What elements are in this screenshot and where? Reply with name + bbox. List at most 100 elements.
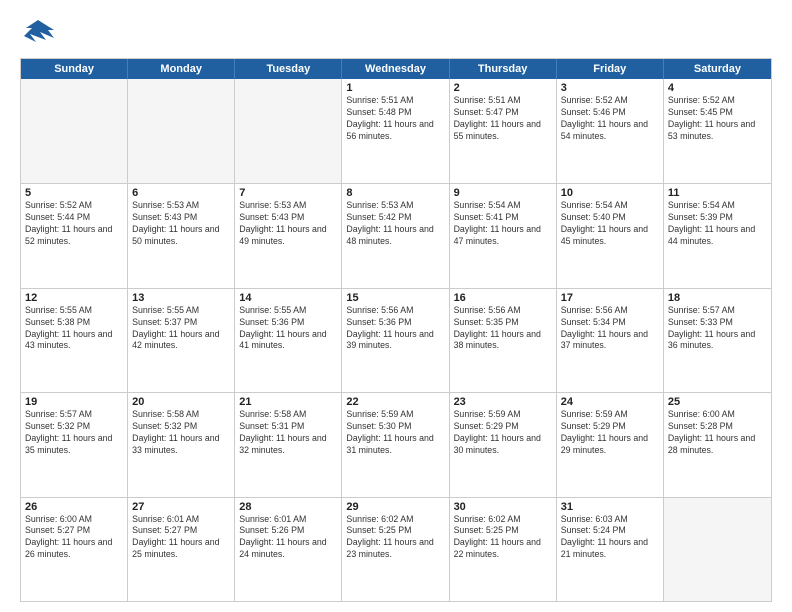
- day-info: Sunrise: 5:59 AM Sunset: 5:29 PM Dayligh…: [561, 409, 659, 457]
- day-cell-21: 21Sunrise: 5:58 AM Sunset: 5:31 PM Dayli…: [235, 393, 342, 496]
- day-cell-18: 18Sunrise: 5:57 AM Sunset: 5:33 PM Dayli…: [664, 289, 771, 392]
- day-info: Sunrise: 5:55 AM Sunset: 5:36 PM Dayligh…: [239, 305, 337, 353]
- calendar-row-4: 19Sunrise: 5:57 AM Sunset: 5:32 PM Dayli…: [21, 392, 771, 496]
- day-cell-14: 14Sunrise: 5:55 AM Sunset: 5:36 PM Dayli…: [235, 289, 342, 392]
- day-info: Sunrise: 6:01 AM Sunset: 5:27 PM Dayligh…: [132, 514, 230, 562]
- day-number: 26: [25, 501, 123, 513]
- day-cell-3: 3Sunrise: 5:52 AM Sunset: 5:46 PM Daylig…: [557, 79, 664, 183]
- day-cell-16: 16Sunrise: 5:56 AM Sunset: 5:35 PM Dayli…: [450, 289, 557, 392]
- day-cell-5: 5Sunrise: 5:52 AM Sunset: 5:44 PM Daylig…: [21, 184, 128, 287]
- day-info: Sunrise: 5:51 AM Sunset: 5:48 PM Dayligh…: [346, 95, 444, 143]
- day-cell-8: 8Sunrise: 5:53 AM Sunset: 5:42 PM Daylig…: [342, 184, 449, 287]
- day-cell-23: 23Sunrise: 5:59 AM Sunset: 5:29 PM Dayli…: [450, 393, 557, 496]
- logo-icon: [20, 16, 56, 52]
- day-number: 31: [561, 501, 659, 513]
- day-cell-15: 15Sunrise: 5:56 AM Sunset: 5:36 PM Dayli…: [342, 289, 449, 392]
- day-cell-17: 17Sunrise: 5:56 AM Sunset: 5:34 PM Dayli…: [557, 289, 664, 392]
- day-info: Sunrise: 6:00 AM Sunset: 5:27 PM Dayligh…: [25, 514, 123, 562]
- day-number: 24: [561, 396, 659, 408]
- day-cell-1: 1Sunrise: 5:51 AM Sunset: 5:48 PM Daylig…: [342, 79, 449, 183]
- day-info: Sunrise: 5:52 AM Sunset: 5:46 PM Dayligh…: [561, 95, 659, 143]
- day-info: Sunrise: 5:58 AM Sunset: 5:32 PM Dayligh…: [132, 409, 230, 457]
- logo: [20, 16, 60, 52]
- header: [20, 16, 772, 52]
- weekday-header-sunday: Sunday: [21, 59, 128, 79]
- calendar: SundayMondayTuesdayWednesdayThursdayFrid…: [20, 58, 772, 602]
- day-number: 14: [239, 292, 337, 304]
- day-cell-4: 4Sunrise: 5:52 AM Sunset: 5:45 PM Daylig…: [664, 79, 771, 183]
- day-info: Sunrise: 5:55 AM Sunset: 5:38 PM Dayligh…: [25, 305, 123, 353]
- day-cell-20: 20Sunrise: 5:58 AM Sunset: 5:32 PM Dayli…: [128, 393, 235, 496]
- day-cell-22: 22Sunrise: 5:59 AM Sunset: 5:30 PM Dayli…: [342, 393, 449, 496]
- calendar-row-5: 26Sunrise: 6:00 AM Sunset: 5:27 PM Dayli…: [21, 497, 771, 601]
- day-number: 11: [668, 187, 767, 199]
- day-number: 5: [25, 187, 123, 199]
- day-cell-27: 27Sunrise: 6:01 AM Sunset: 5:27 PM Dayli…: [128, 498, 235, 601]
- day-cell-26: 26Sunrise: 6:00 AM Sunset: 5:27 PM Dayli…: [21, 498, 128, 601]
- day-info: Sunrise: 5:51 AM Sunset: 5:47 PM Dayligh…: [454, 95, 552, 143]
- calendar-body: 1Sunrise: 5:51 AM Sunset: 5:48 PM Daylig…: [21, 79, 771, 601]
- day-info: Sunrise: 5:54 AM Sunset: 5:41 PM Dayligh…: [454, 200, 552, 248]
- day-cell-24: 24Sunrise: 5:59 AM Sunset: 5:29 PM Dayli…: [557, 393, 664, 496]
- calendar-row-3: 12Sunrise: 5:55 AM Sunset: 5:38 PM Dayli…: [21, 288, 771, 392]
- day-cell-28: 28Sunrise: 6:01 AM Sunset: 5:26 PM Dayli…: [235, 498, 342, 601]
- day-info: Sunrise: 5:52 AM Sunset: 5:44 PM Dayligh…: [25, 200, 123, 248]
- day-info: Sunrise: 5:56 AM Sunset: 5:36 PM Dayligh…: [346, 305, 444, 353]
- day-number: 21: [239, 396, 337, 408]
- day-cell-2: 2Sunrise: 5:51 AM Sunset: 5:47 PM Daylig…: [450, 79, 557, 183]
- day-number: 28: [239, 501, 337, 513]
- day-info: Sunrise: 5:55 AM Sunset: 5:37 PM Dayligh…: [132, 305, 230, 353]
- page: SundayMondayTuesdayWednesdayThursdayFrid…: [0, 0, 792, 612]
- calendar-row-2: 5Sunrise: 5:52 AM Sunset: 5:44 PM Daylig…: [21, 183, 771, 287]
- day-info: Sunrise: 5:57 AM Sunset: 5:32 PM Dayligh…: [25, 409, 123, 457]
- day-number: 18: [668, 292, 767, 304]
- day-cell-13: 13Sunrise: 5:55 AM Sunset: 5:37 PM Dayli…: [128, 289, 235, 392]
- day-number: 13: [132, 292, 230, 304]
- day-cell-6: 6Sunrise: 5:53 AM Sunset: 5:43 PM Daylig…: [128, 184, 235, 287]
- calendar-row-1: 1Sunrise: 5:51 AM Sunset: 5:48 PM Daylig…: [21, 79, 771, 183]
- day-info: Sunrise: 5:54 AM Sunset: 5:40 PM Dayligh…: [561, 200, 659, 248]
- day-info: Sunrise: 5:53 AM Sunset: 5:42 PM Dayligh…: [346, 200, 444, 248]
- day-info: Sunrise: 5:58 AM Sunset: 5:31 PM Dayligh…: [239, 409, 337, 457]
- day-cell-31: 31Sunrise: 6:03 AM Sunset: 5:24 PM Dayli…: [557, 498, 664, 601]
- day-info: Sunrise: 5:53 AM Sunset: 5:43 PM Dayligh…: [239, 200, 337, 248]
- day-cell-10: 10Sunrise: 5:54 AM Sunset: 5:40 PM Dayli…: [557, 184, 664, 287]
- day-cell-30: 30Sunrise: 6:02 AM Sunset: 5:25 PM Dayli…: [450, 498, 557, 601]
- day-info: Sunrise: 5:56 AM Sunset: 5:34 PM Dayligh…: [561, 305, 659, 353]
- day-info: Sunrise: 5:53 AM Sunset: 5:43 PM Dayligh…: [132, 200, 230, 248]
- day-number: 16: [454, 292, 552, 304]
- day-number: 1: [346, 82, 444, 94]
- day-number: 7: [239, 187, 337, 199]
- day-number: 6: [132, 187, 230, 199]
- day-number: 17: [561, 292, 659, 304]
- day-cell-9: 9Sunrise: 5:54 AM Sunset: 5:41 PM Daylig…: [450, 184, 557, 287]
- day-info: Sunrise: 6:03 AM Sunset: 5:24 PM Dayligh…: [561, 514, 659, 562]
- weekday-header-tuesday: Tuesday: [235, 59, 342, 79]
- day-number: 29: [346, 501, 444, 513]
- day-info: Sunrise: 6:01 AM Sunset: 5:26 PM Dayligh…: [239, 514, 337, 562]
- weekday-header-monday: Monday: [128, 59, 235, 79]
- day-info: Sunrise: 5:57 AM Sunset: 5:33 PM Dayligh…: [668, 305, 767, 353]
- day-number: 12: [25, 292, 123, 304]
- day-number: 30: [454, 501, 552, 513]
- day-cell-25: 25Sunrise: 6:00 AM Sunset: 5:28 PM Dayli…: [664, 393, 771, 496]
- day-number: 22: [346, 396, 444, 408]
- weekday-header-friday: Friday: [557, 59, 664, 79]
- weekday-header-thursday: Thursday: [450, 59, 557, 79]
- day-cell-12: 12Sunrise: 5:55 AM Sunset: 5:38 PM Dayli…: [21, 289, 128, 392]
- day-cell-19: 19Sunrise: 5:57 AM Sunset: 5:32 PM Dayli…: [21, 393, 128, 496]
- day-info: Sunrise: 6:02 AM Sunset: 5:25 PM Dayligh…: [454, 514, 552, 562]
- day-info: Sunrise: 5:59 AM Sunset: 5:29 PM Dayligh…: [454, 409, 552, 457]
- day-cell-empty-0-1: [128, 79, 235, 183]
- calendar-header: SundayMondayTuesdayWednesdayThursdayFrid…: [21, 59, 771, 79]
- day-cell-empty-0-0: [21, 79, 128, 183]
- day-info: Sunrise: 5:52 AM Sunset: 5:45 PM Dayligh…: [668, 95, 767, 143]
- day-info: Sunrise: 6:00 AM Sunset: 5:28 PM Dayligh…: [668, 409, 767, 457]
- day-info: Sunrise: 5:56 AM Sunset: 5:35 PM Dayligh…: [454, 305, 552, 353]
- day-info: Sunrise: 6:02 AM Sunset: 5:25 PM Dayligh…: [346, 514, 444, 562]
- day-info: Sunrise: 5:59 AM Sunset: 5:30 PM Dayligh…: [346, 409, 444, 457]
- weekday-header-wednesday: Wednesday: [342, 59, 449, 79]
- weekday-header-saturday: Saturday: [664, 59, 771, 79]
- day-number: 4: [668, 82, 767, 94]
- day-number: 20: [132, 396, 230, 408]
